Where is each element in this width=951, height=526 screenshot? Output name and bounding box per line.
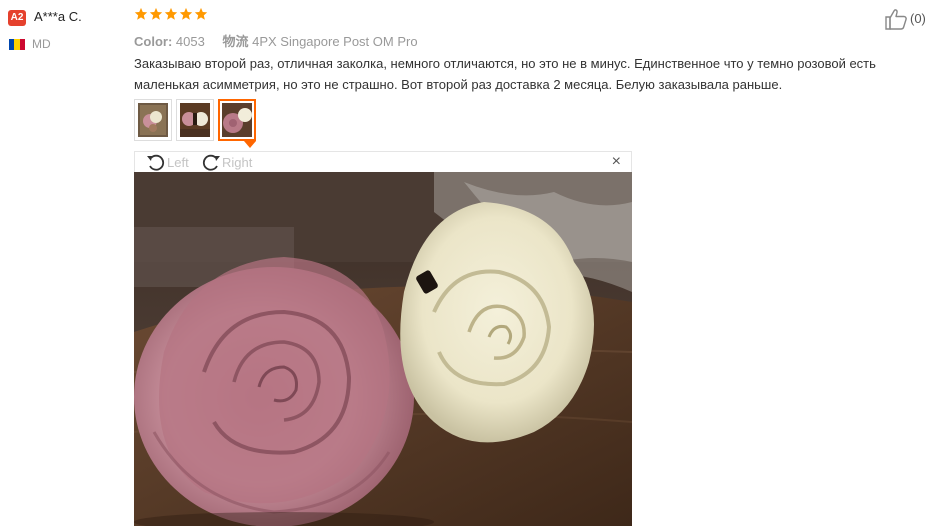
active-thumbnail-pointer (244, 141, 256, 148)
color-value: 4053 (175, 34, 205, 49)
photo-thumbnails (134, 99, 256, 141)
rotate-left-icon (147, 154, 165, 171)
rotate-left-button[interactable]: Left (145, 153, 189, 171)
star-icon (194, 7, 208, 20)
star-rating (134, 7, 208, 21)
review-meta: Color: 4053 物流 4PX Singapore Post OM Pro (134, 31, 418, 50)
star-icon (149, 7, 163, 20)
reviewer-name: A***a C. (34, 9, 82, 24)
shipping-value: 4PX Singapore Post OM Pro (252, 34, 418, 49)
photo-thumbnail-2[interactable] (176, 99, 214, 141)
rotate-right-label: Right (222, 154, 253, 170)
rotate-right-icon (202, 154, 220, 171)
level-badge: A2 (8, 10, 26, 26)
reviewer-country: MD (32, 37, 51, 51)
star-icon (179, 7, 193, 20)
thumbs-up-icon[interactable] (884, 8, 908, 30)
photo-thumbnail-3[interactable] (218, 99, 256, 141)
star-icon (164, 7, 178, 20)
photo-viewer-toolbar: Left Right × (134, 151, 632, 172)
color-label: Color: (134, 34, 173, 49)
rotate-left-label: Left (167, 154, 189, 170)
close-icon[interactable]: × (612, 153, 621, 171)
review-photo-large (134, 172, 632, 526)
rotate-right-button[interactable]: Right (200, 153, 252, 171)
photo-thumbnail-1[interactable] (134, 99, 172, 141)
shipping-label: 物流 (222, 34, 249, 49)
star-icon (134, 7, 148, 20)
country-flag-icon (9, 39, 25, 50)
review-text: Заказываю второй раз, отличная заколка, … (134, 56, 876, 92)
helpful-count[interactable]: (0) (910, 11, 926, 26)
